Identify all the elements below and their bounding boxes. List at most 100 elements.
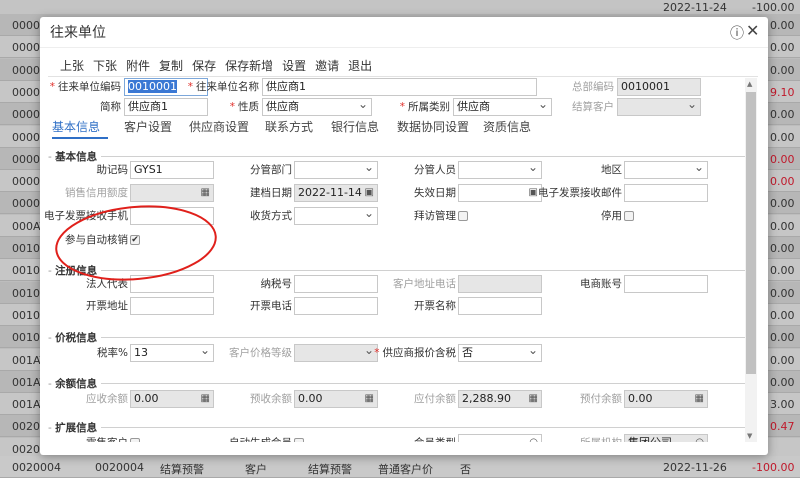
field-label: 建档日期 [250, 184, 292, 202]
input-field[interactable]: ▣ [458, 184, 542, 202]
input-field[interactable] [458, 297, 542, 315]
section-divider [48, 427, 745, 428]
field-label-text: 收货方式 [250, 210, 292, 222]
field-label: 法人代表 [86, 275, 128, 293]
section-title: 扩展信息 [48, 420, 102, 435]
chevron-down-icon: ⌄ [686, 98, 697, 111]
checkbox[interactable]: ✔ [130, 235, 140, 245]
calendar-icon[interactable]: ▣ [529, 185, 538, 201]
row-amount: -100.00 [752, 1, 795, 14]
field-label-text: 所属机构 [580, 437, 622, 442]
chevron-down-icon[interactable]: ⌄ [364, 208, 374, 221]
chevron-down-icon[interactable]: ⌄ [694, 162, 704, 175]
chevron-down-icon[interactable]: ⌄ [200, 345, 210, 358]
input-field[interactable]: ○ [458, 434, 542, 442]
chevron-down-icon[interactable]: ⌄ [358, 99, 368, 112]
chevron-down-icon[interactable]: ⌄ [538, 99, 548, 112]
checkbox[interactable] [458, 211, 468, 221]
required-marker: * [49, 81, 55, 93]
field-label: 地区 [601, 161, 622, 179]
toolbar-button[interactable]: 保存新增 [225, 57, 273, 74]
input-field[interactable] [130, 275, 214, 293]
select-field[interactable]: 供应商 ⌄ [262, 98, 372, 116]
input-field[interactable] [130, 297, 214, 315]
form-body: 基本信息 客户设置 供应商设置 联系方式 银行信息 数据协同设置 资质信息 * 往来单位编码 0… [40, 78, 745, 442]
input-field[interactable] [130, 207, 214, 225]
field-label: 开票电话 [250, 297, 292, 315]
field-label-text: 性质 [238, 101, 259, 113]
vertical-scrollbar[interactable]: ▲ ▼ [745, 78, 757, 442]
field-label: 自动生成会员 [229, 434, 292, 442]
tab[interactable]: 供应商设置 [189, 118, 249, 135]
toolbar-button[interactable]: 复制 [159, 57, 183, 74]
field-label: 电子发票接收手机 [44, 207, 128, 225]
toolbar-button[interactable]: 附件 [126, 57, 150, 74]
section-header: 价税信息 [48, 330, 745, 345]
tab[interactable]: 联系方式 [265, 118, 313, 135]
input-field[interactable] [624, 275, 708, 293]
tab[interactable]: 数据协同设置 [397, 118, 469, 135]
scroll-down-icon[interactable]: ▼ [747, 432, 752, 440]
row-amount: 0.00 [770, 197, 795, 211]
field-label: 客户地址电话 [393, 275, 456, 293]
tab[interactable]: 客户设置 [124, 118, 172, 135]
input-field[interactable]: GYS1 [130, 161, 214, 179]
select-field[interactable]: ⌄ [294, 161, 378, 179]
search-icon[interactable]: ○ [529, 435, 538, 442]
select-field[interactable]: 13 ⌄ [130, 344, 214, 362]
select-field[interactable]: 否 ⌄ [458, 344, 542, 362]
row-cell: 0020004 [12, 461, 61, 474]
chevron-down-icon[interactable]: ⌄ [364, 162, 374, 175]
field-label: * 往来单位编码 [50, 78, 121, 96]
field-label: 简称 [100, 98, 121, 116]
help-circle-icon[interactable]: ⓘ [730, 23, 744, 43]
field-label: 分管人员 [414, 161, 456, 179]
input-field[interactable] [624, 184, 708, 202]
calendar-icon: ▣ [364, 187, 374, 198]
checkbox[interactable] [294, 438, 304, 442]
input-field[interactable]: 供应商1 [124, 98, 208, 116]
row-amount: 0.00 [770, 286, 795, 300]
tab[interactable]: 基本信息 [52, 118, 100, 135]
close-icon[interactable]: ✕ [746, 21, 759, 40]
scroll-up-icon[interactable]: ▲ [747, 80, 752, 88]
field-label-text: 零售客户 [86, 437, 128, 442]
field-label-text: 客户价格等级 [229, 347, 292, 359]
select-field[interactable]: ⌄ [458, 161, 542, 179]
checkbox[interactable] [624, 211, 634, 221]
section-title: 基本信息 [48, 149, 102, 164]
scrollbar-thumb[interactable] [746, 92, 756, 374]
row-amount: 0.00 [770, 375, 795, 389]
select-field[interactable]: 供应商 ⌄ [453, 98, 552, 116]
field-label-text: 供应商报价含税 [382, 347, 457, 359]
chevron-down-icon[interactable]: ⌄ [528, 345, 538, 358]
tab[interactable]: 银行信息 [331, 118, 379, 135]
toolbar-button[interactable]: 退出 [348, 57, 372, 74]
input-field[interactable] [294, 275, 378, 293]
toolbar-button[interactable]: 下张 [93, 57, 117, 74]
input-field[interactable]: 供应商1 [262, 78, 537, 96]
row-amount: 0.00 [770, 308, 795, 322]
field-value: GYS1 [134, 163, 163, 176]
toolbar-button[interactable]: 保存 [192, 57, 216, 74]
select-field[interactable]: ⌄ [624, 161, 708, 179]
input-field[interactable] [294, 297, 378, 315]
toolbar-button[interactable]: 设置 [282, 57, 306, 74]
field-label: 分管部门 [250, 161, 292, 179]
row-amount: 0.00 [770, 242, 795, 255]
field-label-text: 纳税号 [260, 278, 293, 290]
toolbar-button[interactable]: 上张 [60, 57, 84, 74]
select-field[interactable]: ⌄ [294, 207, 378, 225]
field-label-text: 开票电话 [250, 300, 292, 312]
field-label-text: 税率% [97, 347, 128, 359]
field-label: 停用 [601, 207, 622, 225]
row-amount: 0.00 [770, 152, 795, 166]
row-cell: 0020004 [95, 461, 144, 474]
required-marker: * [187, 81, 193, 93]
field-label: 开票名称 [414, 297, 456, 315]
tab[interactable]: 资质信息 [483, 118, 531, 135]
toolbar-button[interactable]: 邀请 [315, 57, 339, 74]
checkbox[interactable] [130, 438, 140, 442]
chevron-down-icon: ⌄ [363, 344, 374, 357]
chevron-down-icon[interactable]: ⌄ [528, 162, 538, 175]
